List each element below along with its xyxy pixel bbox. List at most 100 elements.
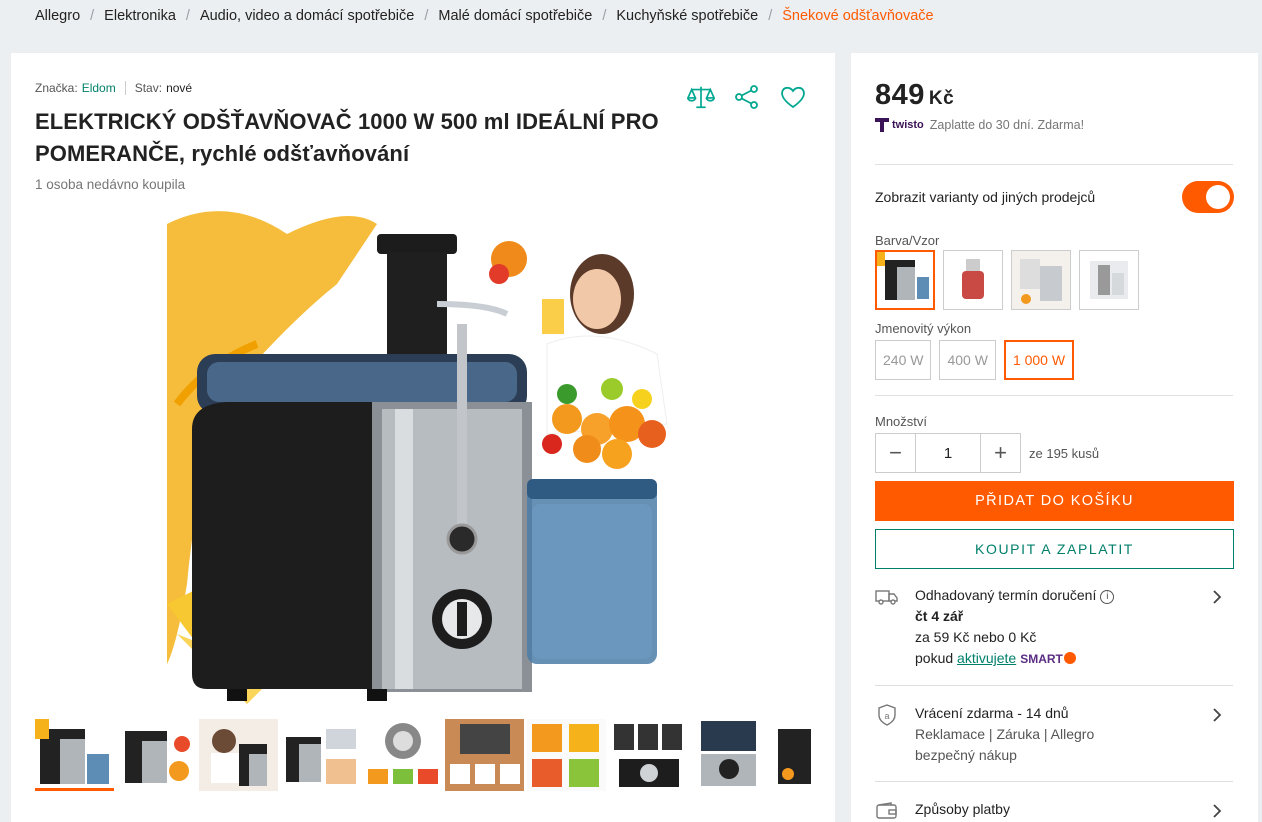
- power-option[interactable]: 400 W: [939, 340, 996, 380]
- breadcrumb-item[interactable]: Allegro: [35, 8, 80, 24]
- delivery-title-line: Odhadovaný termín doručení i: [915, 585, 1115, 606]
- decrement-button[interactable]: −: [875, 433, 916, 473]
- breadcrumb-separator: /: [185, 8, 190, 24]
- increment-button[interactable]: +: [980, 433, 1021, 473]
- other-sellers-toggle[interactable]: [1182, 181, 1234, 213]
- breadcrumb-separator: /: [768, 8, 773, 24]
- info-icon[interactable]: i: [1100, 590, 1115, 604]
- color-variants: [875, 250, 1139, 310]
- thumbnail-image[interactable]: [691, 719, 770, 791]
- twisto-brand: twisto: [892, 119, 924, 131]
- divider: [875, 395, 1233, 396]
- brand-link[interactable]: Eldom: [82, 81, 116, 95]
- breadcrumb-item[interactable]: Kuchyňské spotřebiče: [616, 8, 758, 24]
- quantity-stepper: − 1 + ze 195 kusů: [875, 433, 1099, 473]
- product-main-image[interactable]: [167, 204, 679, 712]
- delivery-cost: za 59 Kč nebo 0 Kč: [915, 629, 1037, 645]
- delivery-info[interactable]: Odhadovaný termín doručení i čt 4 zář za …: [875, 585, 1234, 675]
- thumbnail-image[interactable]: [445, 719, 524, 791]
- thumbnail-image[interactable]: [527, 719, 606, 791]
- smart-badge-icon: [1063, 652, 1076, 664]
- smart-activation: pokud aktivujete SMART: [915, 648, 1114, 670]
- chevron-right-icon: [1212, 803, 1222, 822]
- variant-option[interactable]: [1011, 250, 1071, 310]
- variant-option[interactable]: [1079, 250, 1139, 310]
- chevron-right-icon: [1212, 707, 1222, 728]
- breadcrumb: Allegro / Elektronika / Audio, video a dom…: [35, 8, 934, 24]
- variant-option[interactable]: [943, 250, 1003, 310]
- thumbnail-image[interactable]: [363, 719, 442, 791]
- condition-value: nové: [166, 81, 193, 95]
- breadcrumb-separator: /: [90, 8, 95, 24]
- delivery-title: Odhadovaný termín doručení: [915, 587, 1097, 603]
- returns-line1: Reklamace | Záruka | Allegro: [915, 726, 1095, 742]
- product-meta: Značka: Eldom Stav: nové: [35, 81, 192, 95]
- smart-logo: SMART: [1020, 652, 1076, 666]
- plus-icon: +: [994, 440, 1007, 465]
- thumbnail-image[interactable]: [199, 719, 278, 791]
- minus-icon: −: [889, 440, 902, 465]
- twisto-offer[interactable]: twisto Zaplatte do 30 dní. Zdarma!: [875, 118, 1084, 132]
- share-icon[interactable]: [733, 83, 761, 111]
- payment-title: Způsoby platby: [915, 801, 1010, 817]
- divider: [875, 685, 1233, 686]
- divider: [875, 781, 1233, 782]
- condition-label: Stav:: [134, 81, 163, 95]
- twisto-logo: twisto: [875, 118, 924, 132]
- thumbnail-strip: [35, 719, 811, 791]
- price-value: 849: [875, 79, 925, 111]
- price: 849 Kč: [875, 79, 954, 112]
- quantity-label: Množství: [875, 414, 928, 429]
- truck-icon: [875, 585, 899, 609]
- stock-note: ze 195 kusů: [1029, 445, 1100, 461]
- smart-prefix: pokud: [915, 650, 954, 666]
- returns-info[interactable]: a Vrácení zdarma - 14 dnů Reklamace | Zá…: [875, 703, 1234, 769]
- breadcrumb-current[interactable]: Šnekové odšťavňovače: [782, 8, 933, 24]
- product-actions: [687, 83, 807, 111]
- power-options: 240 W 400 W 1 000 W: [875, 340, 1075, 380]
- breadcrumb-separator: /: [602, 8, 607, 24]
- returns-line2: bezpečný nákup: [915, 747, 1017, 763]
- activate-link[interactable]: aktivujete: [957, 650, 1016, 666]
- purchase-card: 849 Kč twisto Zaplatte do 30 dní. Zdarma!…: [851, 53, 1258, 822]
- power-option-selected[interactable]: 1 000 W: [1003, 340, 1075, 380]
- twisto-t-icon: [875, 118, 889, 132]
- divider: [875, 164, 1233, 165]
- recent-purchases: 1 osoba nedávno koupila: [35, 177, 186, 192]
- delivery-text: Odhadovaný termín doručení i čt 4 zář za …: [915, 585, 1115, 670]
- thumbnail-image[interactable]: [609, 719, 688, 791]
- price-currency: Kč: [928, 88, 955, 109]
- breadcrumb-item[interactable]: Malé domácí spotřebiče: [438, 8, 592, 24]
- wallet-icon: [875, 799, 899, 822]
- thumbnail-image[interactable]: [35, 719, 114, 791]
- product-gallery-card: Značka: Eldom Stav: nové ELEKTRICKÝ ODŠŤ…: [11, 53, 835, 822]
- thumbnail-image[interactable]: [117, 719, 196, 791]
- breadcrumb-separator: /: [424, 8, 429, 24]
- payment-methods[interactable]: Způsoby platby: [875, 799, 1234, 822]
- color-label: Barva/Vzor: [875, 233, 940, 248]
- twisto-text: Zaplatte do 30 dní. Zdarma!: [929, 118, 1085, 132]
- smart-text: SMART: [1020, 652, 1063, 666]
- other-sellers-label: Zobrazit varianty od jiných prodejců: [875, 189, 1096, 205]
- delivery-date: čt 4 zář: [915, 608, 964, 624]
- svg-text:a: a: [884, 711, 889, 721]
- breadcrumb-item[interactable]: Audio, video a domácí spotřebiče: [200, 8, 414, 24]
- quantity-input[interactable]: 1: [916, 433, 980, 473]
- meta-divider: [124, 81, 126, 95]
- power-option[interactable]: 240 W: [875, 340, 932, 380]
- brand-label: Značka:: [35, 81, 78, 95]
- chevron-right-icon: [1212, 589, 1222, 610]
- power-label: Jmenovitý výkon: [875, 321, 972, 336]
- thumbnail-image[interactable]: [773, 719, 811, 791]
- returns-title: Vrácení zdarma - 14 dnů: [915, 705, 1069, 721]
- shield-icon: a: [875, 703, 899, 727]
- add-to-cart-button[interactable]: PŘIDAT DO KOŠÍKU: [875, 481, 1234, 521]
- thumbnail-image[interactable]: [281, 719, 360, 791]
- variant-option[interactable]: [875, 250, 935, 310]
- heart-icon[interactable]: [779, 83, 807, 111]
- product-title: ELEKTRICKÝ ODŠŤAVŇOVAČ 1000 W 500 ml IDE…: [35, 109, 659, 166]
- compare-scales-icon[interactable]: [687, 83, 715, 111]
- returns-text: Vrácení zdarma - 14 dnů Reklamace | Záru…: [915, 703, 1094, 766]
- breadcrumb-item[interactable]: Elektronika: [104, 8, 176, 24]
- buy-now-button[interactable]: KOUPIT A ZAPLATIT: [875, 529, 1234, 569]
